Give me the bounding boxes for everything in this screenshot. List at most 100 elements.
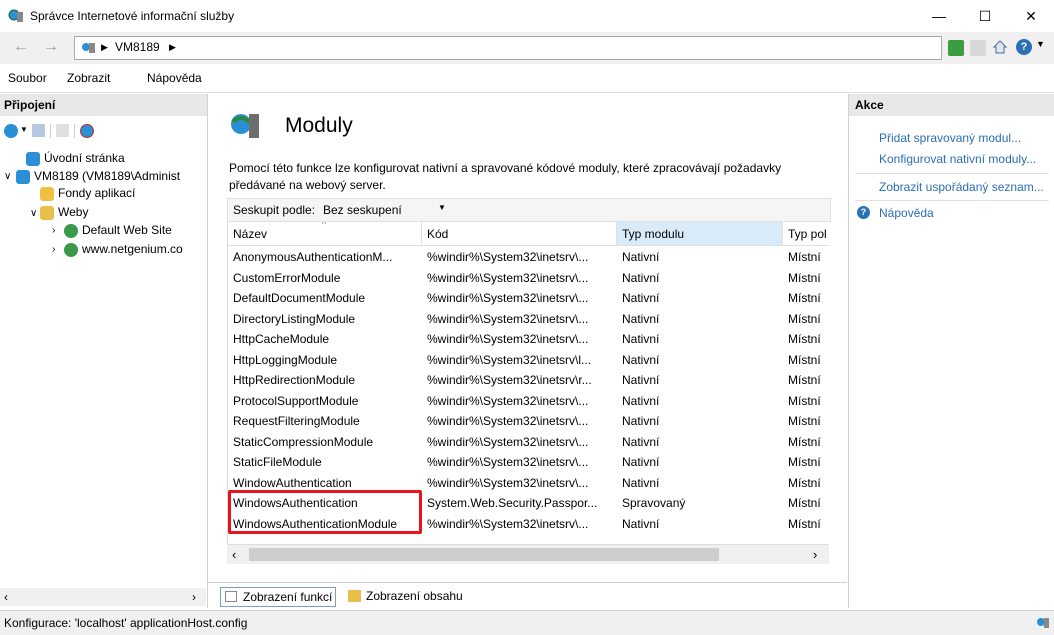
menu-bar: Soubor Zobrazit Nápověda (0, 64, 1054, 93)
save-icon[interactable] (32, 124, 45, 137)
table-cell: Nativní (622, 455, 660, 469)
page-description: Pomocí této funkce lze konfigurovat nati… (229, 161, 782, 192)
connect-dropdown-icon[interactable]: ▼ (20, 125, 28, 134)
table-row[interactable]: DefaultDocumentModule %windir%\System32\i… (228, 288, 830, 308)
column-header-3[interactable]: Typ pol (783, 222, 830, 246)
back-button[interactable]: ← (8, 35, 34, 59)
menu-help[interactable]: Nápověda (147, 71, 202, 85)
table-cell: AnonymousAuthenticationM... (233, 250, 393, 264)
column-header-1[interactable]: Kód (422, 222, 617, 246)
up-icon[interactable] (56, 124, 69, 137)
app-pool-icon (40, 186, 54, 201)
disconnect-icon[interactable] (80, 124, 94, 138)
tree-label: VM8189 (VM8189\Administ (34, 169, 181, 183)
help-icon[interactable]: ? (1016, 39, 1032, 55)
view-ordered-list-link[interactable]: Zobrazit uspořádaný seznam... (879, 180, 1044, 194)
scroll-left-icon[interactable]: ‹ (4, 590, 8, 604)
scroll-thumb[interactable] (249, 548, 719, 561)
table-cell: Místní (788, 434, 821, 449)
modules-icon (229, 110, 263, 140)
table-row[interactable]: HttpLoggingModule %windir%\System32\inets… (228, 350, 830, 370)
menu-file[interactable]: Soubor (8, 71, 47, 85)
tree-label: Úvodní stránka (44, 151, 125, 165)
column-header-2[interactable]: Typ modulu (617, 222, 783, 246)
chevron-right-icon[interactable]: › (52, 225, 55, 236)
table-cell: StaticFileModule (233, 455, 322, 469)
table-row[interactable]: AnonymousAuthenticationM... %windir%\Syst… (228, 247, 830, 267)
group-by-select[interactable]: Bez seskupení ▼ (320, 200, 450, 219)
toolbar-stop-icon[interactable] (970, 40, 986, 56)
tree-label: Weby (58, 205, 89, 219)
address-bar: ← → ▶ VM8189 ▶ ? ▼ (0, 32, 1054, 64)
table-row[interactable]: StaticCompressionModule %windir%\System32… (228, 432, 830, 452)
breadcrumb-separator: ▶ (169, 42, 176, 52)
tree-item-app-pools[interactable]: Fondy aplikací (40, 186, 135, 201)
table-cell: Místní (788, 455, 821, 469)
tree-item-start-page[interactable]: Úvodní stránka (26, 151, 125, 166)
table-row[interactable]: CustomErrorModule %windir%\System32\inets… (228, 268, 830, 288)
table-row[interactable]: RequestFilteringModule %windir%\System32\… (228, 411, 830, 431)
connect-globe-icon[interactable] (4, 124, 18, 138)
table-row[interactable]: HttpRedirectionModule %windir%\System32\i… (228, 370, 830, 390)
scroll-right-icon[interactable]: › (192, 590, 196, 604)
table-cell: DefaultDocumentModule (233, 291, 366, 305)
table-cell: %windir%\System32\inetsrv\... (427, 291, 589, 305)
help-link[interactable]: Nápověda (879, 206, 934, 220)
table-cell: Místní (788, 311, 821, 326)
chevron-down-icon[interactable]: ∨ (4, 171, 11, 182)
table-cell: Místní (788, 373, 821, 387)
connections-hscrollbar[interactable]: ‹ › (0, 588, 206, 606)
table-row[interactable]: ProtocolSupportModule %windir%\System32\i… (228, 391, 830, 411)
breadcrumb-separator: ▶ (101, 42, 108, 52)
table-row[interactable]: HttpCacheModule %windir%\System32\inetsrv… (228, 329, 830, 349)
toolbar-divider (74, 124, 75, 138)
connections-title: Připojení (4, 98, 56, 112)
actions-header: Akce (849, 94, 1054, 116)
tree-item-sites[interactable]: Weby (40, 205, 88, 220)
table-cell: Spravovaný (622, 496, 686, 510)
table-hscrollbar[interactable]: ‹ › (227, 544, 829, 564)
breadcrumb-vm8189[interactable]: VM8189 (115, 40, 160, 54)
modules-table: Název Kód Typ modulu Typ pol ^ AnonymousAuthe… (227, 222, 830, 544)
chevron-right-icon[interactable]: › (52, 244, 55, 255)
help-dropdown-icon[interactable]: ▼ (1036, 39, 1045, 49)
table-cell: %windir%\System32\inetsrv\l... (427, 352, 592, 367)
table-cell: Místní (788, 496, 821, 510)
table-cell: Nativní (622, 291, 660, 305)
table-cell: HttpLoggingModule (233, 352, 338, 367)
server-crumb-icon (81, 40, 97, 54)
help-icon: ? (857, 206, 870, 219)
forward-button[interactable]: → (38, 35, 64, 59)
table-cell: Místní (788, 393, 821, 408)
table-cell: %windir%\System32\inetsrv\... (427, 516, 589, 531)
tree-item-server[interactable]: VM8189 (VM8189\Administ (16, 169, 180, 184)
toolbar-go-icon[interactable] (948, 40, 964, 56)
sort-ascending-icon: ^ (322, 222, 327, 229)
address-field[interactable]: ▶ VM8189 ▶ (74, 36, 942, 60)
close-button[interactable]: ✕ (1008, 0, 1054, 32)
table-cell: %windir%\System32\inetsrv\... (427, 455, 589, 469)
add-managed-module-link[interactable]: Přidat spravovaný modul... (879, 131, 1021, 145)
tree-item-default-web-site[interactable]: Default Web Site (64, 223, 172, 238)
chevron-down-icon[interactable]: ∨ (30, 208, 37, 219)
home-icon[interactable] (992, 39, 1008, 55)
tree-item-netgenium[interactable]: www.netgenium.co (64, 242, 183, 257)
highlight-box (228, 490, 422, 534)
scroll-left-icon[interactable]: ‹ (232, 547, 236, 562)
title-bar: Správce Internetové informační služby — … (0, 0, 1054, 32)
tab-features-view[interactable]: Zobrazení funkcí (220, 587, 337, 607)
configure-native-modules-link[interactable]: Konfigurovat nativní moduly... (879, 152, 1036, 166)
table-row[interactable]: DirectoryListingModule %windir%\System32\… (228, 309, 830, 329)
table-cell: %windir%\System32\inetsrv\... (427, 270, 589, 285)
table-cell: %windir%\System32\inetsrv\... (427, 393, 589, 408)
table-row[interactable]: StaticFileModule %windir%\System32\inetsr… (228, 452, 830, 472)
table-cell: Nativní (622, 270, 660, 285)
group-by-value: Bez seskupení (323, 203, 402, 217)
maximize-button[interactable]: ☐ (962, 0, 1008, 32)
sites-folder-icon (40, 205, 54, 220)
tab-content-view[interactable]: Zobrazení obsahu (344, 587, 466, 605)
menu-view[interactable]: Zobrazit (67, 71, 110, 85)
toolbar-divider (50, 124, 51, 138)
scroll-right-icon[interactable]: › (813, 547, 817, 562)
minimize-button[interactable]: — (916, 0, 962, 32)
